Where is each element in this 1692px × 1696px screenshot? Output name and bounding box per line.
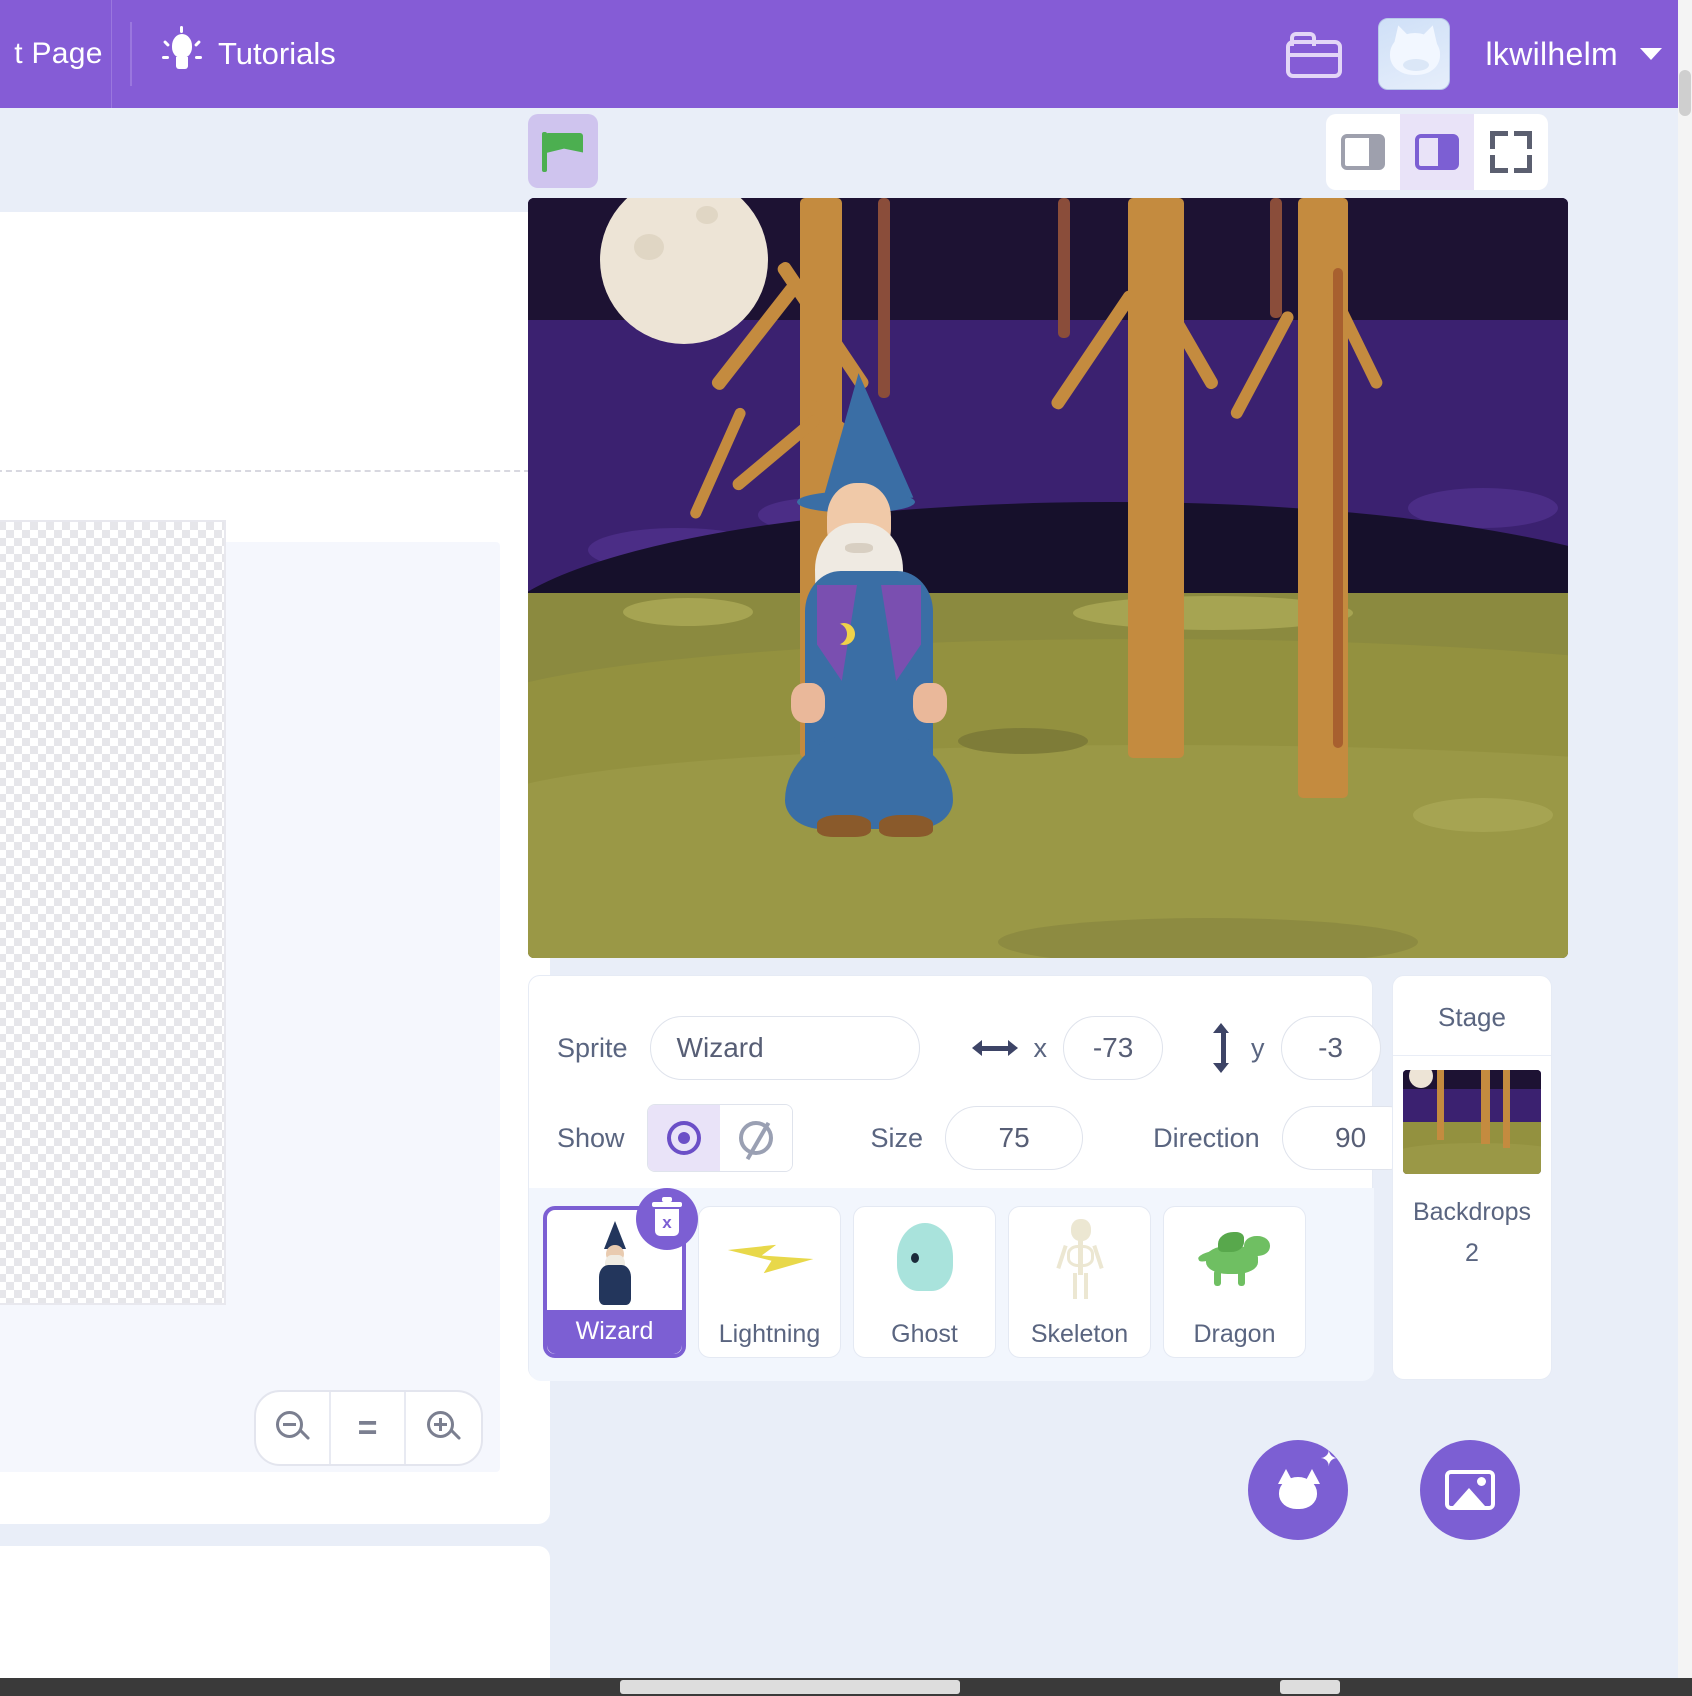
delete-sprite-button[interactable]: x [636, 1188, 698, 1250]
tree-branch [1270, 198, 1282, 318]
scrollbar-thumb[interactable] [1679, 70, 1691, 116]
zoom-reset-label: = [357, 1408, 378, 1447]
stage-thumbnail[interactable] [1403, 1070, 1541, 1174]
username-label[interactable]: lkwilhelm [1486, 36, 1619, 73]
sprite-panel: Sprite Wizard x -73 y -3 Show Size 75 Di… [528, 975, 1420, 1381]
show-hidden-button[interactable] [719, 1105, 792, 1171]
green-flag-button[interactable] [528, 114, 598, 188]
add-sprite-cat-icon [1274, 1469, 1322, 1511]
small-stage-icon [1341, 134, 1385, 170]
tutorials-button[interactable]: Tutorials [154, 26, 346, 76]
project-page-label: t Page [14, 37, 103, 70]
add-backdrop-image-icon [1445, 1470, 1495, 1510]
paint-divider [0, 470, 550, 472]
add-sprite-button[interactable]: ✦ [1248, 1440, 1348, 1540]
size-label: Size [870, 1122, 924, 1153]
menu-bar: t Page Tutorials lkwilhelm [0, 0, 1692, 108]
stage-panel-divider [1393, 1055, 1551, 1056]
small-stage-button[interactable] [1326, 114, 1400, 190]
paint-zoom-controls: = [254, 1390, 483, 1466]
trash-icon: x [652, 1197, 682, 1236]
lightning-thumb-icon [699, 1207, 840, 1311]
show-visible-button[interactable] [647, 1105, 720, 1171]
sprite-tile-label: Wizard [547, 1309, 682, 1354]
green-flag-icon [540, 128, 586, 174]
fullscreen-icon [1490, 131, 1532, 173]
stage-controls-bar [528, 110, 1568, 196]
sprite-name-input[interactable]: Wizard [649, 1016, 920, 1080]
sprite-tile-label: Lightning [718, 1319, 821, 1348]
sprite-tile-dragon[interactable]: Dragon [1163, 1206, 1306, 1358]
paint-bottom-panel [0, 1546, 550, 1696]
zoom-in-icon[interactable] [406, 1392, 481, 1464]
sprite-info-row-appearance: Show Size 75 Direction 90 [557, 1104, 1420, 1172]
horizontal-arrows-icon [971, 1036, 1018, 1060]
project-page-button[interactable]: t Page [0, 0, 112, 108]
page-scrollbar[interactable] [1678, 0, 1692, 1696]
size-input[interactable]: 75 [945, 1106, 1084, 1170]
show-toggle [646, 1104, 793, 1172]
sprite-tile-label: Skeleton [1030, 1319, 1129, 1348]
avatar[interactable] [1377, 18, 1450, 90]
wizard-sprite[interactable] [783, 369, 958, 838]
y-label: y [1251, 1032, 1265, 1063]
taskbar [0, 1678, 1692, 1696]
taskbar-item[interactable] [1280, 1680, 1340, 1694]
large-stage-button[interactable] [1400, 114, 1474, 190]
taskbar-item[interactable] [620, 1680, 960, 1694]
x-label: x [1033, 1032, 1048, 1063]
backdrops-count: 2 [1465, 1239, 1479, 1267]
tree-branch [1333, 268, 1343, 748]
zoom-reset-button[interactable]: = [331, 1392, 406, 1464]
chevron-down-icon[interactable] [1640, 48, 1662, 60]
eye-icon [666, 1121, 701, 1155]
sprite-tile-lightning[interactable]: Lightning [698, 1206, 841, 1358]
sprite-tile-label: Ghost [891, 1319, 958, 1348]
sprite-tile-wizard[interactable]: x Wizard [543, 1188, 698, 1358]
sprite-tile-ghost[interactable]: Ghost [853, 1206, 996, 1358]
vertical-arrows-icon [1211, 1023, 1235, 1073]
sprite-label: Sprite [557, 1032, 628, 1063]
menu-right-group: lkwilhelm [1285, 18, 1692, 90]
large-stage-icon [1415, 134, 1459, 170]
paint-canvas-checkerboard[interactable] [0, 520, 226, 1305]
tree-branch [878, 198, 890, 398]
scratch-editor: t Page Tutorials lkwilhelm = Sprite Wiza… [0, 0, 1692, 1696]
folder-icon[interactable] [1285, 30, 1342, 78]
fullscreen-button[interactable] [1474, 114, 1548, 190]
sprite-tile-label: Dragon [1193, 1319, 1276, 1348]
paint-editor-panel: = [0, 212, 550, 1524]
sprite-info: Sprite Wizard x -73 y -3 Show Size 75 Di… [529, 976, 1420, 1188]
direction-label: Direction [1153, 1122, 1260, 1153]
sparkle-icon: ✦ [1319, 1446, 1338, 1471]
tutorials-label: Tutorials [218, 36, 336, 71]
paint-toolbar-area [0, 212, 550, 472]
skeleton-thumb-icon [1009, 1207, 1150, 1311]
stage[interactable] [528, 198, 1568, 958]
stage-size-controls [1326, 114, 1548, 190]
paint-canvas-area[interactable] [0, 520, 500, 1472]
add-backdrop-button[interactable] [1420, 1440, 1520, 1540]
sprite-tile-skeleton[interactable]: Skeleton [1008, 1206, 1151, 1358]
stop-button[interactable] [616, 120, 676, 180]
stage-selector-panel[interactable]: Stage Backdrops 2 [1392, 975, 1552, 1380]
lightbulb-icon [162, 26, 202, 76]
ghost-thumb-icon [854, 1207, 995, 1311]
ground-blob [1413, 798, 1553, 832]
ground-blob [623, 598, 753, 626]
sprite-list: x Wizard Lightning Ghost Skeleton Dragon [529, 1188, 1374, 1381]
stage-panel-title: Stage [1438, 1002, 1506, 1032]
dragon-thumb-icon [1164, 1207, 1305, 1311]
menu-divider [130, 22, 132, 86]
show-label: Show [557, 1122, 625, 1153]
backdrops-label: Backdrops [1412, 1198, 1532, 1226]
x-input[interactable]: -73 [1063, 1016, 1164, 1080]
tree-branch [1058, 198, 1070, 338]
ground-shadow [958, 728, 1088, 754]
zoom-out-icon[interactable] [256, 1392, 331, 1464]
eye-off-icon [738, 1121, 773, 1161]
sprite-info-row-position: Sprite Wizard x -73 y -3 [557, 1016, 1381, 1080]
y-input[interactable]: -3 [1280, 1016, 1381, 1080]
ground-shadow [998, 918, 1418, 958]
